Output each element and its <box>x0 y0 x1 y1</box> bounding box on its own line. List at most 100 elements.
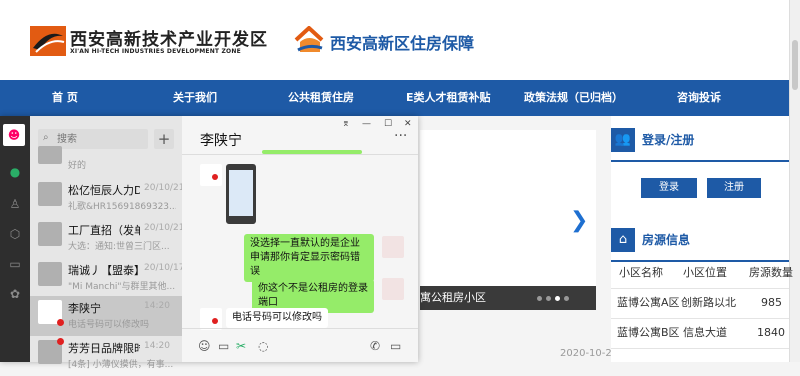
unread-dot <box>57 319 64 326</box>
login-section-header: 👥 登录/注册 <box>611 122 789 162</box>
image-message[interactable] <box>226 164 256 224</box>
login-section-title: 登录/注册 <box>642 133 695 147</box>
user-avatar[interactable]: ☻ <box>3 124 25 146</box>
list-item[interactable]: 好的 <box>30 146 182 174</box>
add-chat-button[interactable]: + <box>154 129 174 149</box>
housing-section-header: ⌂ 房源信息 <box>611 222 789 262</box>
table-row[interactable]: 蓝博公寓B区 信息大道 1840 <box>611 318 789 349</box>
logo2-title: 西安高新区住房保障 <box>330 34 475 53</box>
list-item[interactable]: 松亿恒辰人力D 20/10/21 礼歌&HR15691869323... <box>30 178 185 218</box>
contacts-icon[interactable]: ♙ <box>7 196 23 212</box>
contact-avatar <box>200 308 222 330</box>
minimize-icon[interactable]: — <box>362 119 371 129</box>
chat-bubble-icon[interactable]: ◌ <box>258 339 268 353</box>
chat-pane: ⌆ — ☐ ✕ 李陕宁 ··· 没选择一直默认的是企业申请那你肯定显示密码错误 … <box>182 116 418 362</box>
conv-time: 20/10/17 <box>144 263 185 273</box>
search-input[interactable] <box>55 131 147 147</box>
avatar <box>38 262 62 286</box>
conv-preview: 礼歌&HR15691869323... <box>68 202 176 212</box>
logo1-subtitle: XI'AN HI-TECH INDUSTRIES DEVELOPMENT ZON… <box>70 48 241 55</box>
housing-logo-icon <box>294 26 324 52</box>
phone-icon[interactable]: ✆ <box>370 339 380 353</box>
unread-dot <box>212 318 218 324</box>
table-row[interactable]: 蓝博公寓A区 创新路以北 985 <box>611 288 789 319</box>
list-item-selected[interactable]: 李陕宁 14:20 电话号码可以修改吗 <box>30 296 182 336</box>
conv-name: 芳芳日品牌限时购 <box>68 342 140 355</box>
nav-home[interactable]: 首 页 <box>52 80 78 116</box>
maximize-icon[interactable]: ☐ <box>384 119 392 129</box>
table-cell: 蓝博公寓A区 <box>617 296 680 309</box>
conv-name: 松亿恒辰人力D <box>68 184 140 197</box>
chat-title: 李陕宁 <box>200 133 242 149</box>
pin-icon[interactable]: ⌆ <box>342 119 350 129</box>
list-item[interactable]: 工厂直招（发单... 20/10/21 大选：通知:世曾三门区... <box>30 218 184 258</box>
slider-dot[interactable] <box>555 296 560 301</box>
housing-security-logo[interactable]: 西安高新区住房保障 <box>294 26 494 56</box>
table-cell: 蓝博公寓B区 <box>617 326 680 339</box>
unread-dot <box>212 174 218 180</box>
users-icon: 👥 <box>611 128 635 152</box>
table-header: 房源数量 <box>749 266 793 279</box>
conv-time: 20/10/21 <box>144 183 185 193</box>
divider <box>611 160 789 162</box>
nav-consult[interactable]: 咨询投诉 <box>677 80 721 116</box>
scissors-icon[interactable]: ✂ <box>236 339 246 353</box>
video-icon[interactable]: ▭ <box>390 339 401 353</box>
page-scrollbar[interactable] <box>789 0 800 362</box>
housing-section-title: 房源信息 <box>642 233 691 247</box>
table-cell: 创新路以北 <box>681 296 736 309</box>
divider <box>182 328 418 329</box>
banner-slider[interactable]: ❯ <box>420 130 596 310</box>
message-bubble-partial <box>262 150 362 154</box>
hitech-logo-icon <box>30 26 66 56</box>
news-date: 2020-10-27 <box>560 348 619 359</box>
hitech-zone-logo[interactable]: 西安高新技术产业开发区 XI'AN HI-TECH INDUSTRIES DEV… <box>30 24 267 58</box>
slider-dot[interactable] <box>546 296 551 301</box>
slider-dot[interactable] <box>537 296 542 301</box>
conv-name: 李陕宁 <box>68 302 101 315</box>
folder-icon[interactable]: ▭ <box>7 256 23 272</box>
site-header: 西安高新技术产业开发区 XI'AN HI-TECH INDUSTRIES DEV… <box>0 0 800 80</box>
register-button[interactable]: 注册 <box>707 178 761 198</box>
avatar <box>38 222 62 246</box>
nav-policy[interactable]: 政策法规（已归档） <box>524 80 623 116</box>
nav-public-rental[interactable]: 公共租赁住房 <box>288 80 354 116</box>
search-icon: ⌕ <box>43 132 49 143</box>
emoji-icon[interactable]: ☺ <box>198 339 211 353</box>
my-avatar <box>382 236 404 258</box>
divider <box>182 154 418 155</box>
table-cell: 985 <box>761 296 782 309</box>
conv-time: 14:20 <box>144 341 170 351</box>
chat-icon[interactable]: ● <box>7 164 23 180</box>
scrollbar-thumb[interactable] <box>792 40 798 90</box>
conv-preview: 大选：通知:世曾三门区... <box>68 242 170 252</box>
table-header: 小区位置 <box>683 266 727 279</box>
conv-preview: [4条] 小薄仪摸供，有事... <box>68 360 174 370</box>
my-avatar <box>382 278 404 300</box>
moments-icon[interactable]: ✿ <box>7 286 23 302</box>
slider-dot[interactable] <box>564 296 569 301</box>
chat-sidebar-rail: ☻ ● ♙ ⬡ ▭ ✿ <box>0 116 30 362</box>
next-arrow-icon[interactable]: ❯ <box>570 208 588 233</box>
table-header-row: 小区名称 小区位置 房源数量 <box>611 258 793 289</box>
nav-talent-subsidy[interactable]: E类人才租赁补贴 <box>406 80 491 116</box>
nav-about[interactable]: 关于我们 <box>173 80 217 116</box>
list-item[interactable]: 芳芳日品牌限时购 14:20 [4条] 小薄仪摸供，有事... <box>30 336 182 376</box>
screenshot-thumbnail <box>229 170 253 216</box>
conversation-list: ⌕ + 好的 松亿恒辰人力D 20/10/21 礼歌&HR15691869323… <box>30 116 185 370</box>
favorites-icon[interactable]: ⬡ <box>7 226 23 242</box>
login-button[interactable]: 登录 <box>641 178 697 198</box>
avatar <box>38 182 62 206</box>
message-bubble[interactable]: 电话号码可以修改吗 <box>226 308 328 328</box>
chat-toolbar: ☺ ▭ ✂ ◌ ✆ ▭ <box>182 334 418 362</box>
more-options-icon[interactable]: ··· <box>394 128 407 144</box>
folder-icon[interactable]: ▭ <box>218 339 229 353</box>
conv-time: 14:20 <box>144 301 170 311</box>
conv-name: 工厂直招（发单... <box>68 224 140 237</box>
message-bubble[interactable]: 没选择一直默认的是企业申请那你肯定显示密码错误 <box>244 234 374 282</box>
contact-avatar <box>200 164 222 186</box>
conv-preview: 电话号码可以修改吗 <box>68 320 150 330</box>
table-header: 小区名称 <box>619 266 663 279</box>
list-item[interactable]: 瑞诚丿【盟泰】... 20/10/17 "Mi Manchi"与群里其他... <box>30 258 185 298</box>
slider-dots[interactable] <box>535 286 571 310</box>
